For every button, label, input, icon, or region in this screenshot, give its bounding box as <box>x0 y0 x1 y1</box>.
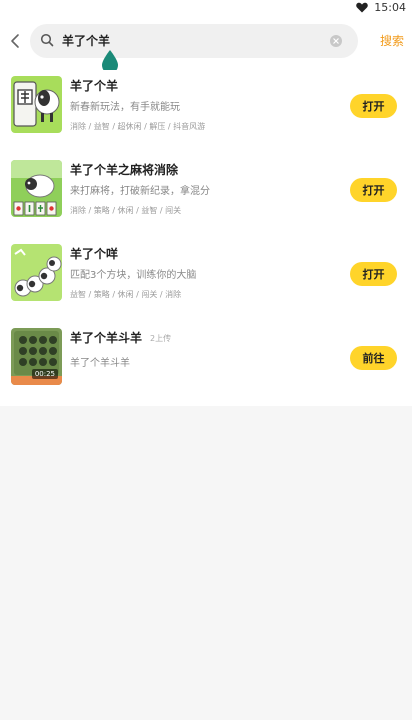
search-button[interactable]: 搜索 <box>380 32 404 49</box>
back-arrow-icon <box>11 34 19 48</box>
result-item[interactable]: 00:25 羊了个羊斗羊 2上传 羊了个羊斗羊 前往 <box>0 322 412 406</box>
video-duration: 00:25 <box>31 369 58 379</box>
mahjong-sheep-thumbnail-image <box>11 160 62 217</box>
game-title: 羊了个羊之麻将消除 <box>70 163 179 177</box>
game-title: 羊了个咩 <box>70 247 119 261</box>
video-thumbnail[interactable]: 00:25 <box>11 328 62 385</box>
game-description: 新春新玩法，有手就能玩 <box>70 102 180 113</box>
go-button[interactable]: 前往 <box>350 346 397 370</box>
upload-badge: 2上传 <box>150 334 172 343</box>
game-tags: 益智 / 策略 / 休闲 / 闯关 / 消除 <box>70 290 182 299</box>
game-thumbnail[interactable] <box>11 76 62 133</box>
game-tags: 消除 / 策略 / 休闲 / 益智 / 闯关 <box>70 206 182 215</box>
game-description: 匹配3个方块，训练你的大脑 <box>70 270 197 281</box>
search-input[interactable]: 羊了个羊 <box>30 24 358 58</box>
game-thumbnail[interactable] <box>11 160 62 217</box>
game-title: 羊了个羊斗羊 <box>70 331 143 345</box>
open-button[interactable]: 打开 <box>350 262 397 286</box>
result-item[interactable]: 羊了个羊 新春新玩法，有手就能玩 消除 / 益智 / 超休闲 / 解压 / 抖音… <box>0 70 412 154</box>
result-item[interactable]: 羊了个羊之麻将消除 来打麻将，打破新纪录，拿混分 消除 / 策略 / 休闲 / … <box>0 154 412 238</box>
heart-icon <box>356 2 369 12</box>
sheep-game-thumbnail-image <box>11 76 62 133</box>
game-title: 羊了个羊 <box>70 79 119 93</box>
clear-icon <box>333 38 339 44</box>
search-header: 羊了个羊 搜索 <box>0 14 412 70</box>
game-description: 羊了个羊斗羊 <box>70 358 130 369</box>
result-item[interactable]: 羊了个咩 匹配3个方块，训练你的大脑 益智 / 策略 / 休闲 / 闯关 / 消… <box>0 238 412 322</box>
game-description: 来打麻将，打破新纪录，拿混分 <box>70 186 210 197</box>
search-results: 羊了个羊 新春新玩法，有手就能玩 消除 / 益智 / 超休闲 / 解压 / 抖音… <box>0 70 412 406</box>
status-time: 15:04 <box>374 0 406 14</box>
sheep-match-thumbnail-image <box>11 244 62 301</box>
open-button[interactable]: 打开 <box>350 178 397 202</box>
back-button[interactable] <box>6 28 24 54</box>
game-thumbnail[interactable] <box>11 244 62 301</box>
open-button[interactable]: 打开 <box>350 94 397 118</box>
search-icon <box>40 33 54 47</box>
clear-button[interactable] <box>330 35 342 47</box>
status-right: 15:04 <box>356 0 406 14</box>
status-bar: 15:04 <box>0 0 412 14</box>
game-tags: 消除 / 益智 / 超休闲 / 解压 / 抖音风游 <box>70 122 206 131</box>
